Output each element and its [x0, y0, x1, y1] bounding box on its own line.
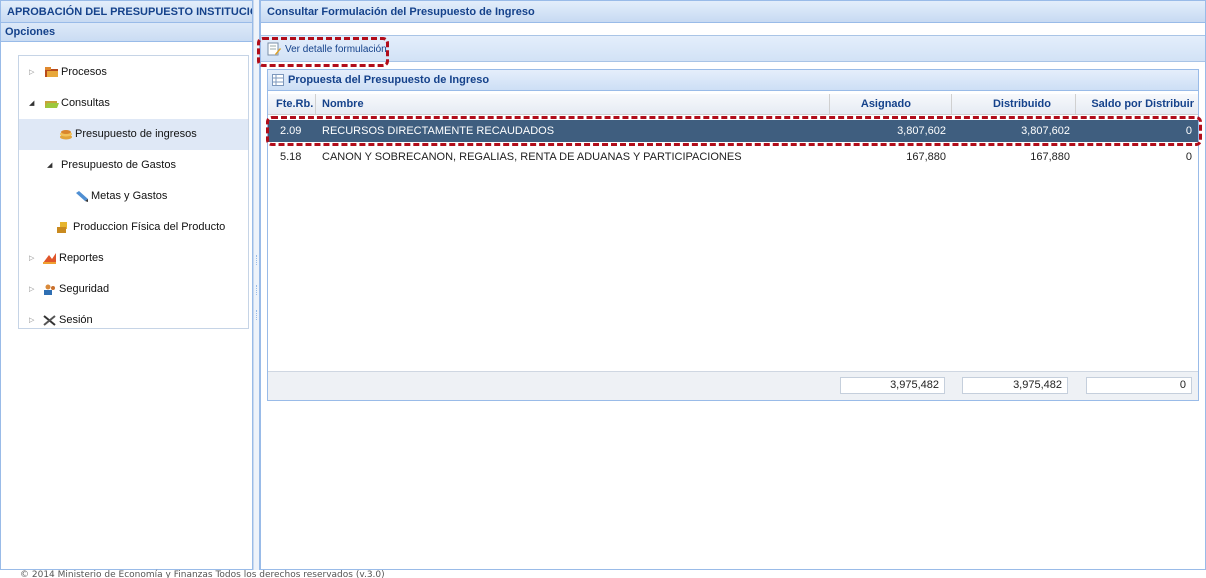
tree-item-label: Metas y Gastos	[91, 190, 168, 202]
tree-item-label: Procesos	[61, 66, 107, 78]
cell-saldo: 0	[1185, 125, 1192, 137]
collapse-arrow-icon[interactable]: ◢	[29, 88, 34, 119]
cell-asignado: 3,807,602	[897, 125, 946, 137]
total-saldo: 0	[1086, 377, 1192, 394]
cell-fte: 5.18	[280, 151, 302, 163]
cell-nombre: RECURSOS DIRECTAMENTE RECAUDADOS	[322, 125, 555, 137]
grid-title-text: Propuesta del Presupuesto de Ingreso	[288, 74, 490, 86]
tree-item-label: Reportes	[59, 252, 104, 264]
ver-detalle-label: Ver detalle formulación	[285, 44, 387, 55]
box-icon	[57, 222, 67, 233]
tree-item-presupuesto-gastos[interactable]: ◢ Presupuesto de Gastos	[19, 150, 248, 181]
copyright-text: © 2014 Ministerio de Economía y Finanzas…	[20, 570, 385, 578]
grid-totals: 3,975,482 3,975,482 0	[268, 371, 1198, 400]
tree-item-presupuesto-ingresos[interactable]: Presupuesto de ingresos	[19, 119, 248, 150]
column-fte-rb[interactable]: Fte.Rb.	[268, 94, 316, 115]
coins-icon	[60, 130, 72, 140]
expand-arrow-icon[interactable]: ▷	[29, 305, 34, 336]
total-distribuido: 3,975,482	[962, 377, 1068, 394]
tree-item-label: Sesión	[59, 314, 93, 326]
users-icon	[44, 284, 55, 295]
cell-saldo: 0	[1185, 151, 1192, 163]
table-row[interactable]: 5.18 CANON Y SOBRECANON, REGALIAS, RENTA…	[268, 146, 1198, 168]
app-title: APROBACIÓN DEL PRESUPUESTO INSTITUCIONA	[1, 1, 252, 23]
page-title: Consultar Formulación del Presupuesto de…	[261, 1, 1205, 23]
grid-header: Fte.Rb. Nombre Asignado Distribuido Sald…	[268, 94, 1198, 115]
folder-icon	[45, 67, 58, 77]
cell-nombre: CANON Y SOBRECANON, REGALIAS, RENTA DE A…	[322, 151, 742, 163]
cell-distribuido: 167,880	[1030, 151, 1070, 163]
cell-distribuido: 3,807,602	[1021, 125, 1070, 137]
grid-title: Propuesta del Presupuesto de Ingreso	[268, 70, 1198, 91]
chart-icon	[43, 253, 56, 264]
main-panel: Consultar Formulación del Presupuesto de…	[260, 0, 1206, 570]
column-nombre[interactable]: Nombre	[316, 94, 830, 115]
grid-icon	[272, 74, 284, 86]
expand-arrow-icon[interactable]: ▷	[29, 243, 34, 274]
column-saldo[interactable]: Saldo por Distribuir	[1076, 94, 1198, 115]
options-panel: APROBACIÓN DEL PRESUPUESTO INSTITUCIONA …	[0, 0, 253, 570]
tree-item-label: Presupuesto de ingresos	[75, 128, 197, 140]
expand-arrow-icon[interactable]: ▷	[29, 57, 34, 88]
pencil-icon	[76, 191, 88, 202]
cell-fte: 2.09	[280, 125, 302, 137]
tree-item-label: Produccion Física del Producto	[73, 221, 226, 233]
tree-item-procesos[interactable]: ▷ Procesos	[19, 57, 248, 88]
total-asignado: 3,975,482	[840, 377, 945, 394]
options-header[interactable]: Opciones	[1, 23, 252, 42]
tree-item-label: Consultas	[61, 97, 110, 109]
panel-splitter[interactable]	[253, 0, 260, 570]
collapse-arrow-icon[interactable]: ◢	[47, 150, 52, 181]
grid-panel: Propuesta del Presupuesto de Ingreso Fte…	[267, 69, 1199, 401]
expand-arrow-icon[interactable]: ▷	[29, 274, 34, 305]
column-asignado[interactable]: Asignado	[830, 94, 952, 115]
document-edit-icon	[267, 42, 281, 56]
tree-item-reportes[interactable]: ▷ Reportes	[19, 243, 248, 274]
tree-item-metas-gastos[interactable]: Metas y Gastos	[19, 181, 248, 212]
tree-item-consultas[interactable]: ◢ Consultas	[19, 88, 248, 119]
tree-item-label: Presupuesto de Gastos	[61, 159, 176, 171]
ver-detalle-button[interactable]: Ver detalle formulación	[267, 41, 387, 58]
navigation-tree: ▷ Procesos ◢ Consultas Presupuesto de in…	[18, 55, 249, 329]
tree-item-produccion-fisica[interactable]: Produccion Física del Producto	[19, 212, 248, 243]
column-distribuido[interactable]: Distribuido	[952, 94, 1076, 115]
cell-asignado: 167,880	[906, 151, 946, 163]
tools-icon	[43, 315, 56, 326]
tree-item-seguridad[interactable]: ▷ Seguridad	[19, 274, 248, 305]
toolbar: Ver detalle formulación	[261, 35, 1205, 62]
folder-open-icon	[45, 101, 59, 108]
tree-item-label: Seguridad	[59, 283, 110, 295]
table-row[interactable]: 2.09 RECURSOS DIRECTAMENTE RECAUDADOS 3,…	[268, 120, 1198, 142]
tree-item-sesion[interactable]: ▷ Sesión	[19, 305, 248, 336]
